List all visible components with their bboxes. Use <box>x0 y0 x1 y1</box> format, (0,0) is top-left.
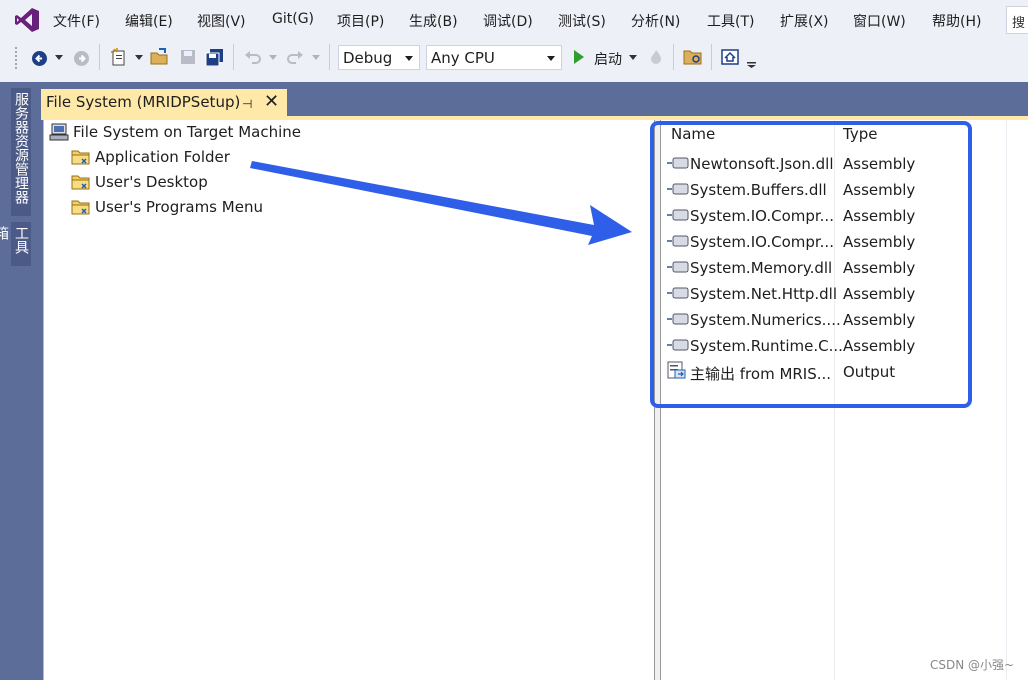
annotation-arrow-icon <box>250 161 632 245</box>
watermark: CSDN @小强~ <box>930 658 1015 672</box>
